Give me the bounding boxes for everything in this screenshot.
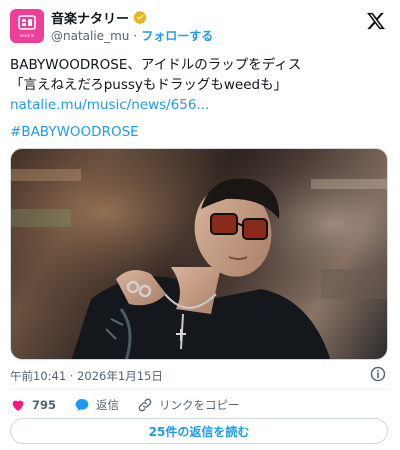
tweet-text: BABYWOODROSE、アイドルのラップをディス 「言えねえだろpussyもド… [10,55,392,115]
tweet-line-1: BABYWOODROSE、アイドルのラップをディス [10,57,302,73]
reply-button[interactable]: 返信 [74,397,119,413]
copy-link-button[interactable]: リンクをコピー [137,397,240,413]
name-row: 音楽ナタリー [51,8,147,27]
tweet-link[interactable]: natalie.mu/music/news/656... [10,95,392,115]
like-count: 795 [32,398,57,412]
account-handle[interactable]: @natalie_mu [51,29,129,43]
x-logo-icon[interactable] [366,12,386,30]
hashtag-link[interactable]: #BABYWOODROSE [10,124,139,140]
tweet-line-2: 「言えねえだろpussyもドラッグもweedも」 [10,77,288,93]
read-replies-button[interactable]: 25件の返信を読む [10,418,388,444]
natalie-logo-icon [18,15,36,30]
tweet-timestamp[interactable]: 午前10:41 · 2026年1月15日 [10,368,163,384]
link-icon [138,398,152,412]
divider [10,389,390,390]
reply-label: 返信 [96,398,120,412]
tweet-card: natalie 音楽ナタリー @natalie_mu · フォローする BABY… [0,0,400,450]
separator: · [133,28,138,43]
heart-icon [12,400,24,411]
photo-illustration [11,149,387,359]
avatar-text: natalie [19,33,35,38]
like-button[interactable]: 795 [10,397,56,413]
verified-badge-icon [133,10,147,24]
follow-button[interactable]: フォローする [141,27,213,44]
copy-link-label: リンクをコピー [159,398,240,412]
account-avatar[interactable]: natalie [10,9,44,43]
reply-bubble-icon [75,399,89,411]
info-icon[interactable] [370,366,386,382]
action-bar: 795 返信 リンクをコピー [10,396,258,414]
tweet-photo[interactable] [10,148,388,360]
handle-row: @natalie_mu · フォローする [51,27,213,44]
display-name[interactable]: 音楽ナタリー [51,8,129,27]
